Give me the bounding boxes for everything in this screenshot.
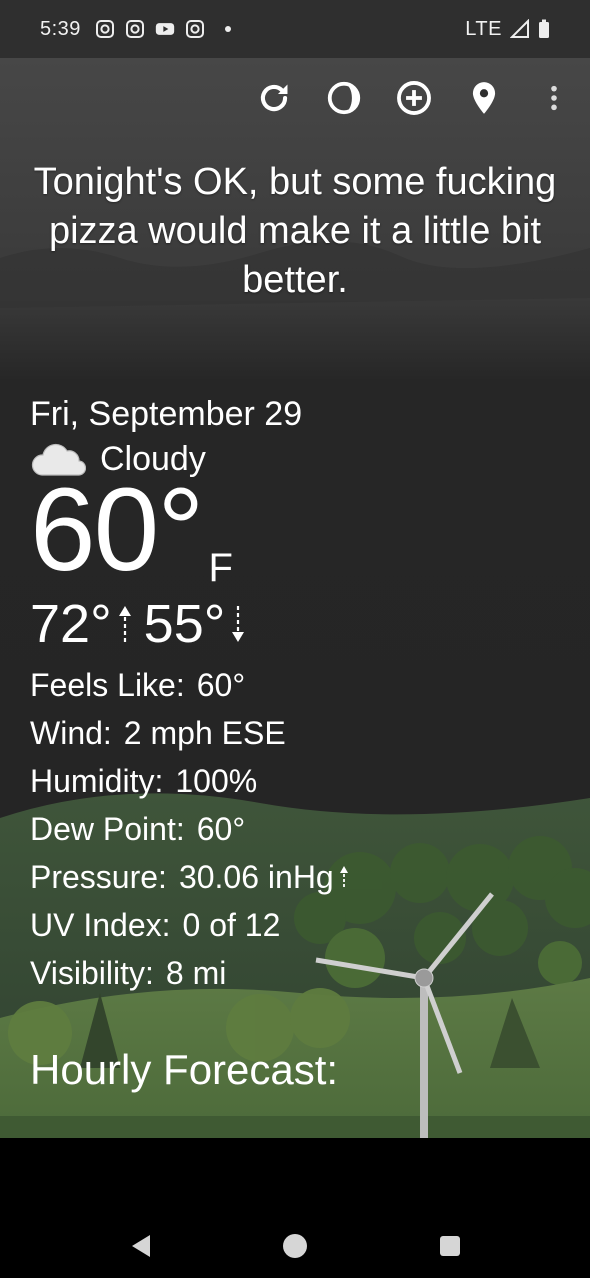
- battery-icon: [539, 19, 549, 38]
- high-temperature: 72°: [30, 594, 112, 654]
- home-icon[interactable]: [281, 1232, 309, 1260]
- visibility-label: Visibility:: [30, 955, 154, 991]
- youtube-icon: [155, 23, 175, 35]
- uv-index-label: UV Index:: [30, 907, 171, 943]
- visibility-row: Visibility: 8 mi: [30, 949, 350, 997]
- uv-index-value: 0 of 12: [182, 907, 281, 943]
- pressure-value: 30.06 inHg: [178, 859, 334, 895]
- date-label: Fri, September 29: [30, 395, 303, 433]
- feels-like-label: Feels Like:: [30, 667, 185, 703]
- wind-value: 2 mph ESE: [123, 715, 286, 751]
- weather-details: Feels Like: 60° Wind: 2 mph ESE Humidity…: [30, 661, 350, 997]
- pressure-rising-icon: [339, 866, 348, 887]
- more-vert-icon: [551, 85, 557, 111]
- add-location-icon: [397, 81, 431, 115]
- arrow-down-icon: [232, 606, 245, 642]
- humidity-label: Humidity:: [30, 763, 164, 799]
- feels-like-row: Feels Like: 60°: [30, 661, 350, 709]
- weather-app: Tonight's OK, but some fucking pizza wou…: [0, 58, 590, 1138]
- theme-icon: [327, 81, 361, 115]
- status-bar: 5:39 LTE: [0, 0, 590, 58]
- feels-like-value: 60°: [196, 667, 246, 703]
- instagram-icon: [125, 20, 144, 38]
- low-temperature: 55°: [143, 594, 226, 654]
- uv-index-row: UV Index: 0 of 12: [30, 901, 350, 949]
- arrow-up-icon: [118, 606, 131, 642]
- refresh-button[interactable]: [252, 76, 296, 120]
- location-button[interactable]: [462, 76, 506, 120]
- humidity-row: Humidity: 100%: [30, 757, 350, 805]
- wind-row: Wind: 2 mph ESE: [30, 709, 350, 757]
- hourly-forecast-title: Hourly Forecast:: [30, 1046, 339, 1093]
- overflow-menu-button[interactable]: [532, 76, 576, 120]
- humidity-value: 100%: [175, 763, 258, 799]
- temperature-unit: F: [208, 546, 233, 590]
- recents-icon[interactable]: [436, 1232, 464, 1260]
- current-temperature: 60°: [30, 464, 204, 596]
- pressure-label: Pressure:: [30, 859, 167, 895]
- temperature-row: 60° F: [30, 464, 350, 596]
- dew-point-label: Dew Point:: [30, 811, 185, 847]
- add-location-button[interactable]: [392, 76, 436, 120]
- signal-icon: [510, 19, 529, 38]
- instagram-icon: [95, 20, 114, 38]
- high-low-row: 72° 55°: [30, 595, 350, 653]
- pressure-row: Pressure: 30.06 inHg: [30, 853, 350, 901]
- notification-icons: [95, 19, 231, 39]
- back-icon[interactable]: [128, 1232, 156, 1260]
- theme-button[interactable]: [322, 76, 366, 120]
- current-weather: Fri, September 29 Cloudy 60° F 72° 55° F…: [30, 394, 350, 997]
- app-toolbar: [252, 76, 576, 120]
- weather-headline: Tonight's OK, but some fucking pizza wou…: [33, 161, 557, 301]
- dew-point-value: 60°: [196, 811, 246, 847]
- dew-point-row: Dew Point: 60°: [30, 805, 350, 853]
- status-time: 5:39: [40, 17, 81, 40]
- more-notifications-dot: [224, 26, 231, 32]
- instagram-icon: [185, 20, 204, 38]
- refresh-icon: [260, 84, 288, 112]
- wind-label: Wind:: [30, 715, 112, 751]
- location-pin-icon: [472, 82, 496, 114]
- network-type: LTE: [465, 17, 502, 40]
- visibility-value: 8 mi: [165, 955, 227, 991]
